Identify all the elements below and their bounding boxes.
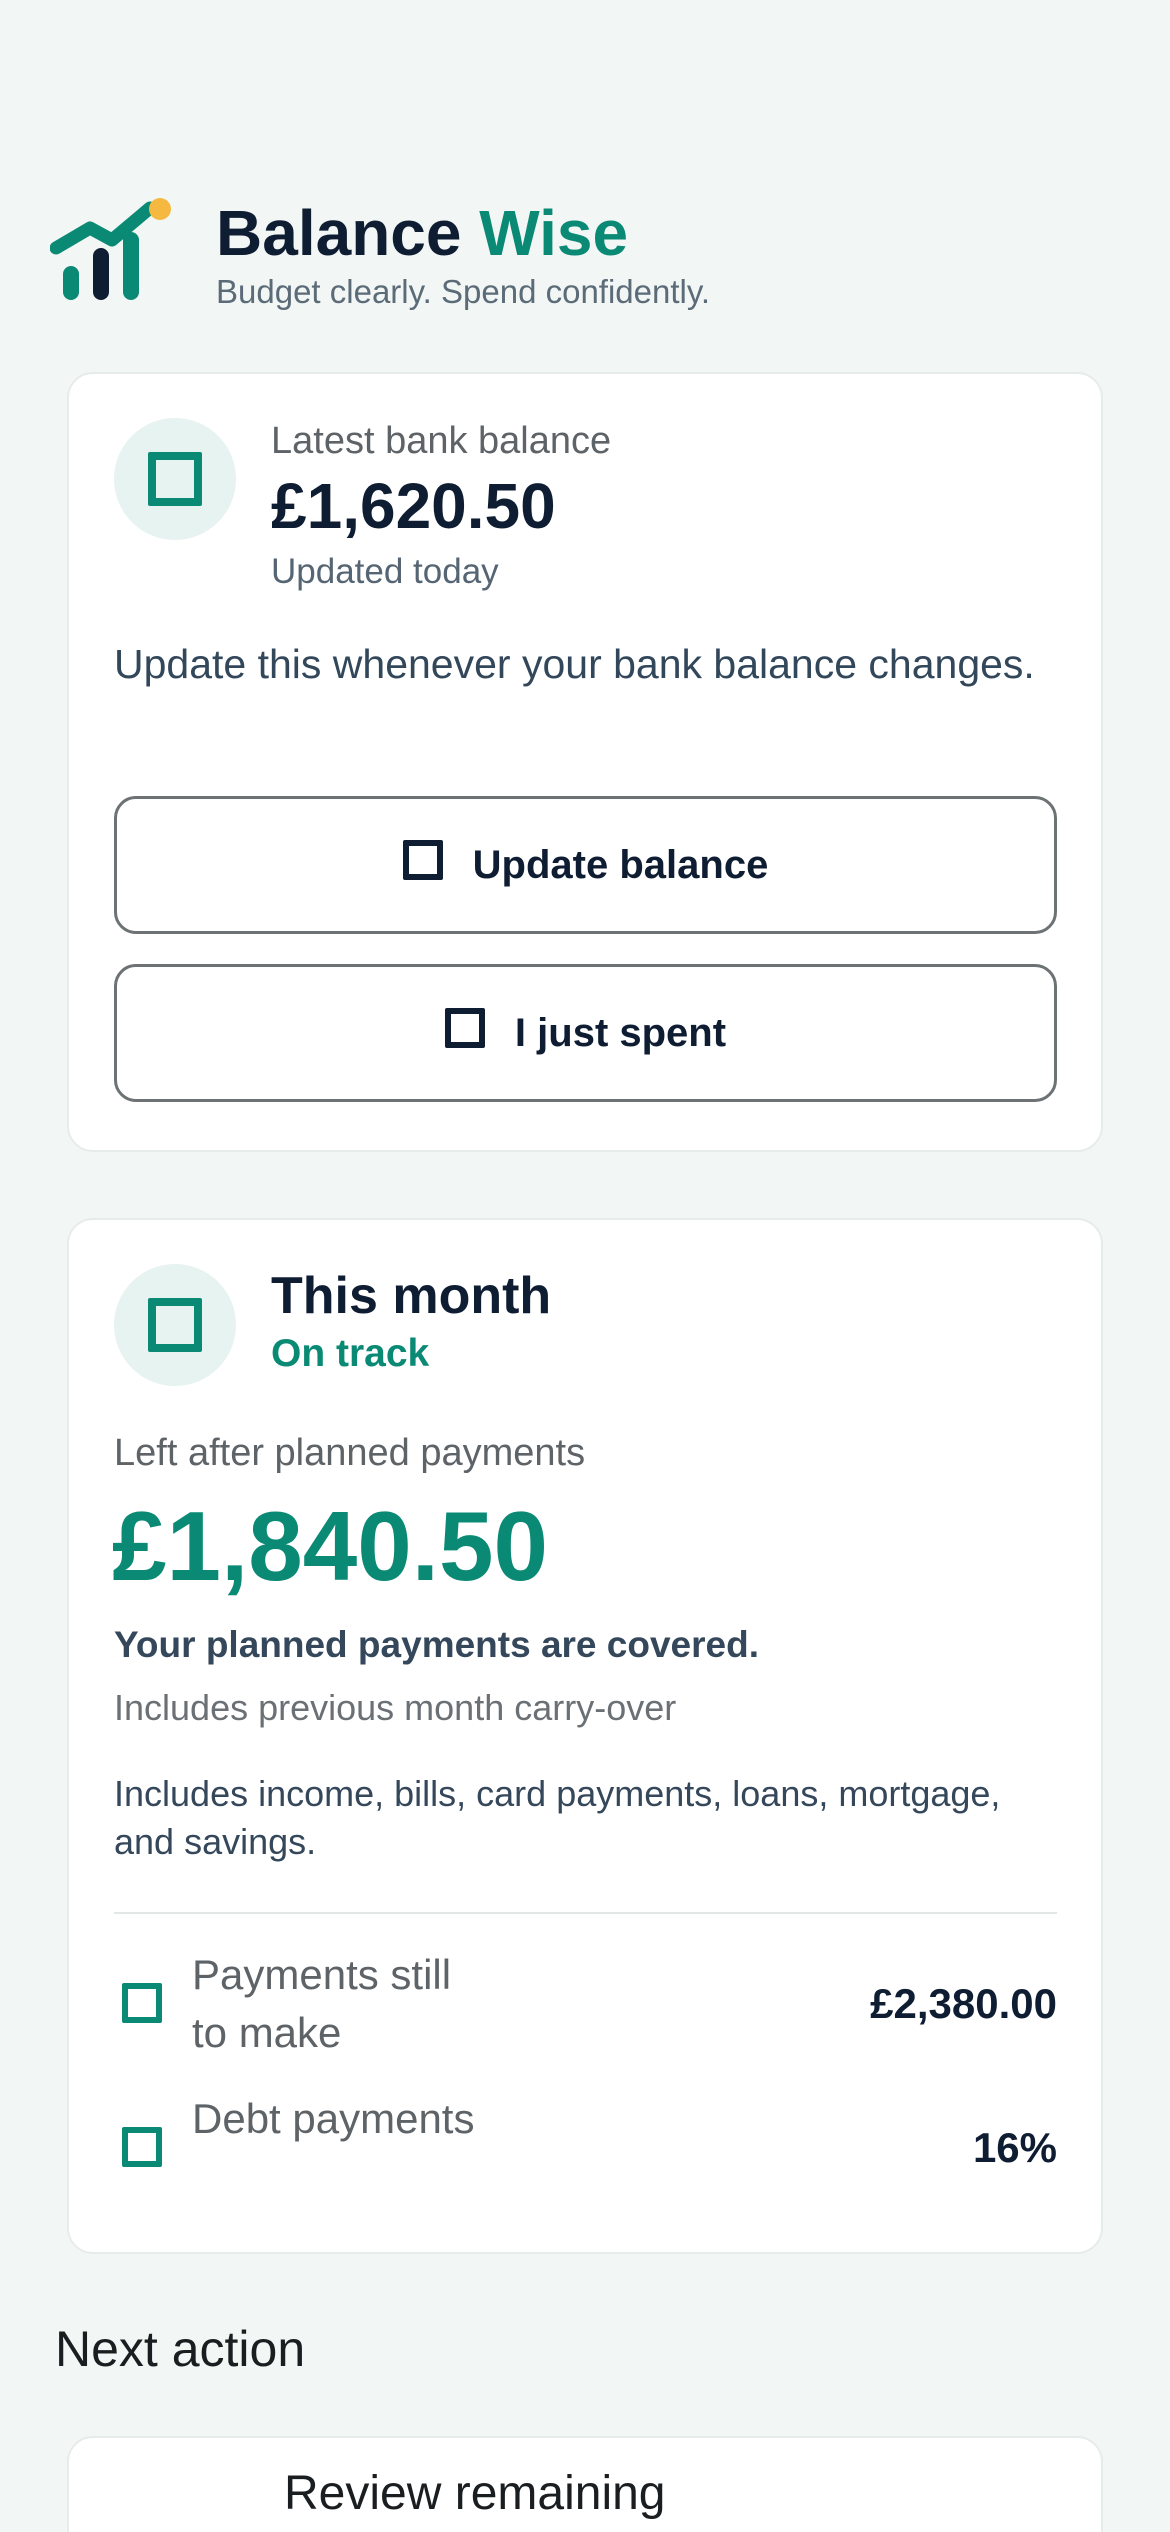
- payments-covered-text: Your planned payments are covered.: [114, 1624, 759, 1665]
- next-action-text: Review remaining: [284, 2467, 666, 2520]
- square-icon: [402, 840, 443, 880]
- next-action-heading: Next action: [55, 2321, 306, 2377]
- app-tagline: Budget clearly. Spend confidently.: [216, 273, 711, 310]
- carryover-note: Includes previous month carry-over: [114, 1687, 677, 1728]
- balance-icon-badge: [114, 418, 236, 540]
- stat-row-debt-payments: Debt payments 16%: [114, 2090, 1057, 2210]
- update-balance-label: Update balance: [472, 842, 769, 887]
- app-title: Balance Wise: [216, 197, 629, 269]
- left-after-payments-label: Left after planned payments: [114, 1432, 586, 1474]
- balance-label: Latest bank balance: [271, 420, 612, 462]
- i-just-spent-label: I just spent: [514, 1010, 727, 1055]
- month-icon-badge: [114, 1264, 236, 1386]
- stat-label: Payments still to make: [192, 1951, 452, 2056]
- stat-row-payments-to-make: Payments still to make £2,380.00: [114, 1946, 1057, 2066]
- brand-text: Balance Wise Budget clearly. Spend confi…: [216, 196, 710, 314]
- i-just-spent-button[interactable]: I just spent: [114, 964, 1057, 1102]
- month-title: This month: [271, 1267, 552, 1325]
- stat-value: £2,380.00: [870, 1980, 1057, 2027]
- square-icon: [148, 1298, 202, 1352]
- divider: [114, 1912, 1057, 1914]
- square-icon: [122, 1983, 162, 2023]
- stat-label: Debt payments: [192, 2095, 475, 2142]
- balance-description: Update this whenever your bank balance c…: [114, 641, 1035, 687]
- month-status-badge: On track: [271, 1332, 430, 1375]
- left-after-payments-amount: £1,840.50: [112, 1491, 548, 1601]
- app-header: Balance Wise Budget clearly. Spend confi…: [50, 196, 1120, 326]
- balance-updated-text: Updated today: [271, 552, 499, 591]
- square-icon: [122, 2127, 162, 2167]
- balance-amount: £1,620.50: [271, 470, 556, 542]
- update-balance-button[interactable]: Update balance: [114, 796, 1057, 934]
- bank-balance-card: Latest bank balance £1,620.50 Updated to…: [67, 372, 1103, 1152]
- square-icon: [444, 1008, 485, 1048]
- includes-note: Includes income, bills, card payments, l…: [114, 1773, 1001, 1862]
- next-action-card[interactable]: Review remaining: [67, 2436, 1103, 2532]
- stat-value: 16%: [972, 2124, 1057, 2171]
- growth-chart-logo-icon: [50, 198, 171, 300]
- this-month-card: This month On track Left after planned p…: [67, 1218, 1103, 2254]
- square-icon: [148, 452, 202, 506]
